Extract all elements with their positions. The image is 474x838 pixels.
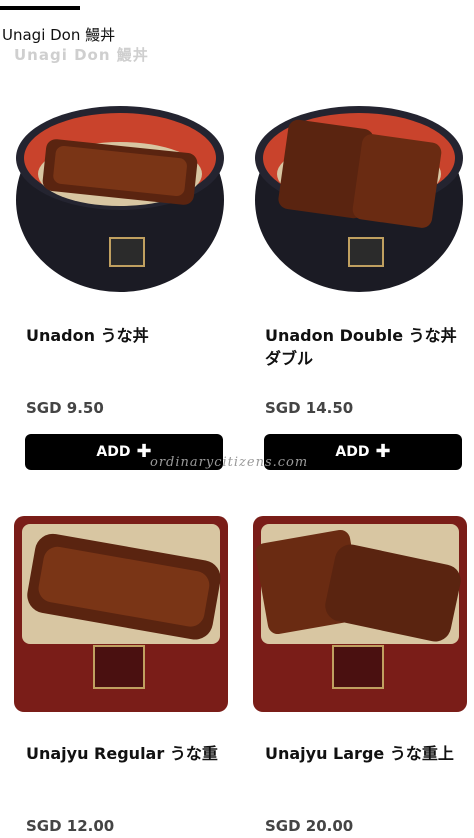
- plus-icon: ✚: [375, 441, 391, 462]
- product-card-unajyu-regular[interactable]: Unajyu Regular うな重 SGD 12.00: [10, 506, 230, 835]
- product-price: SGD 20.00: [265, 817, 354, 835]
- product-image[interactable]: [10, 506, 230, 716]
- product-price: SGD 9.50: [26, 399, 104, 417]
- product-card-unadon[interactable]: Unadon うな丼 SGD 9.50 ADD ✚: [10, 88, 230, 470]
- product-image[interactable]: [249, 506, 469, 716]
- add-button-label: ADD: [335, 444, 370, 460]
- add-button-label: ADD: [96, 444, 131, 460]
- product-image[interactable]: [10, 88, 230, 298]
- page-header: Unagi Don 鰻丼 Unagi Don 鰻丼: [0, 0, 474, 64]
- product-image[interactable]: [249, 88, 469, 298]
- watermark: ordinarycitizens.com: [150, 455, 309, 470]
- product-name[interactable]: Unajyu Large うな重上: [265, 742, 465, 765]
- product-card-unajyu-large[interactable]: Unajyu Large うな重上 SGD 20.00: [249, 506, 469, 835]
- category-title-shadow: Unagi Don 鰻丼: [14, 46, 149, 64]
- product-name[interactable]: Unadon うな丼: [26, 324, 226, 347]
- category-title: Unagi Don 鰻丼: [2, 26, 116, 44]
- active-tab-indicator: [0, 6, 80, 10]
- product-card-unadon-double[interactable]: Unadon Double うな丼 ダブル SGD 14.50 ADD ✚: [249, 88, 469, 470]
- product-price: SGD 14.50: [265, 399, 354, 417]
- product-name[interactable]: Unajyu Regular うな重: [26, 742, 226, 765]
- product-price: SGD 12.00: [26, 817, 115, 835]
- product-name[interactable]: Unadon Double うな丼 ダブル: [265, 324, 465, 370]
